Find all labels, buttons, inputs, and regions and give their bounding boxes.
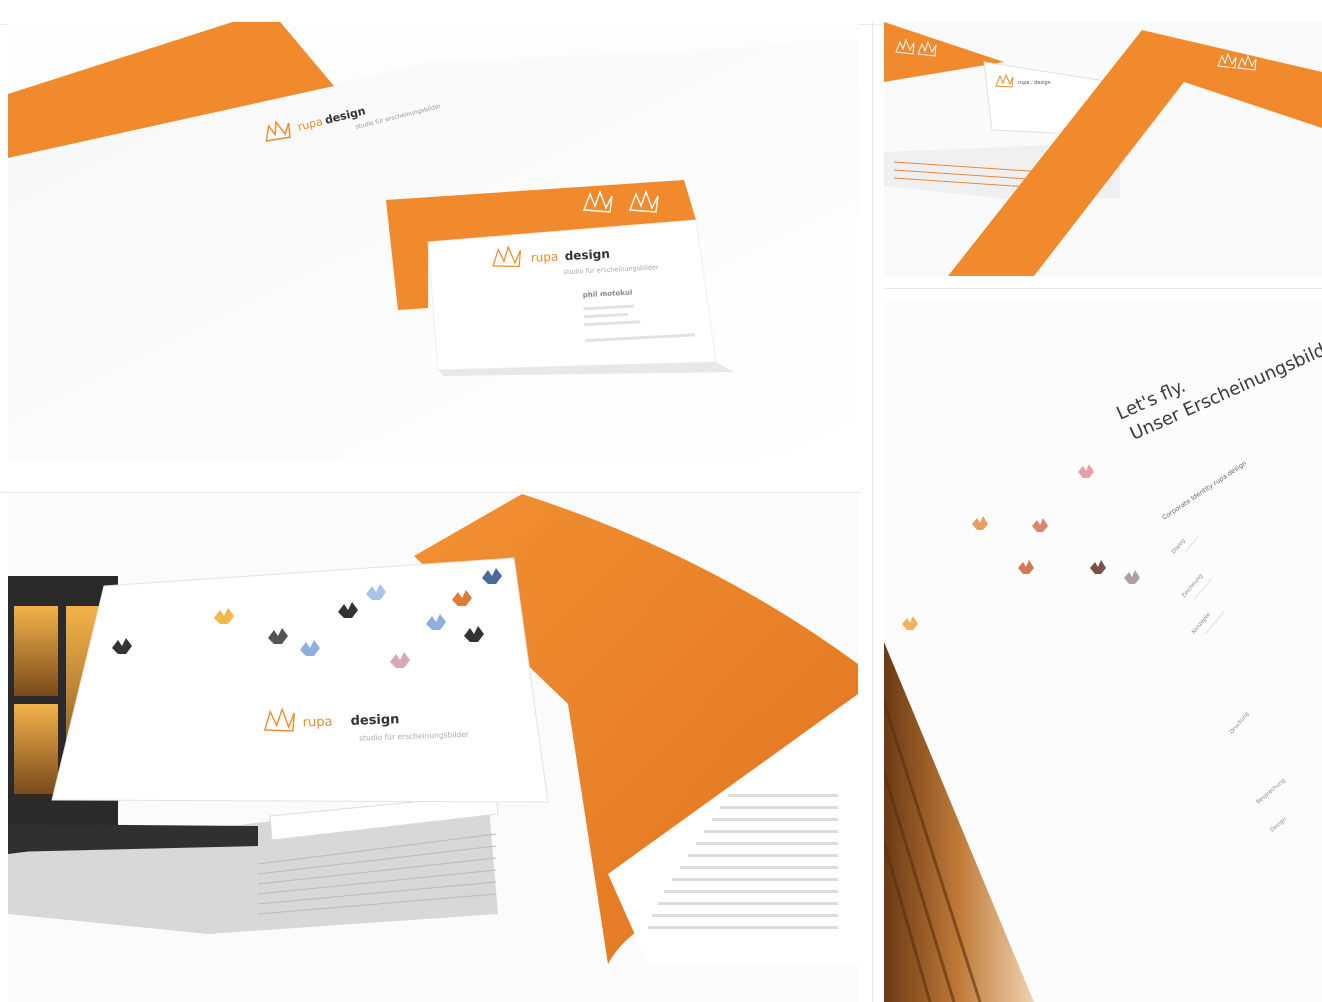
- brochure-page-scene: Let's fly. Unser Erscheinungsbild. Corpo…: [884, 337, 1322, 1002]
- divider: [0, 492, 860, 493]
- envelope-stack-scene: rupa , design: [884, 22, 1322, 276]
- window-pane: [14, 606, 58, 696]
- business-card: rupa design studio für erscheinungsbilde…: [386, 180, 734, 376]
- brochure-logo-name1: rupa: [302, 715, 332, 731]
- divider: [884, 288, 1322, 289]
- brochure-photo: rupa design studio für erscheinungsbilde…: [8, 494, 858, 1002]
- card-face: [427, 219, 717, 371]
- divider: [872, 22, 873, 1002]
- card-logo-name2: design: [564, 247, 610, 263]
- stationery-photo: rupa design studio für erscheinungsbilde…: [8, 22, 858, 462]
- envelope-stack-photo: rupa , design: [884, 22, 1322, 276]
- brochure-front-cover: [51, 557, 549, 803]
- window-pane: [14, 704, 58, 794]
- stationery-scene: rupa design studio für erscheinungsbilde…: [8, 22, 858, 462]
- brochure-logo-name2: design: [350, 712, 399, 729]
- card-logo-name1: rupa: [530, 249, 558, 264]
- small-logo-text: rupa , design: [1018, 80, 1051, 86]
- brochure-page-photo: Let's fly. Unser Erscheinungsbild. Corpo…: [884, 302, 1322, 1002]
- brochure-scene: rupa design studio für erscheinungsbilde…: [8, 494, 858, 964]
